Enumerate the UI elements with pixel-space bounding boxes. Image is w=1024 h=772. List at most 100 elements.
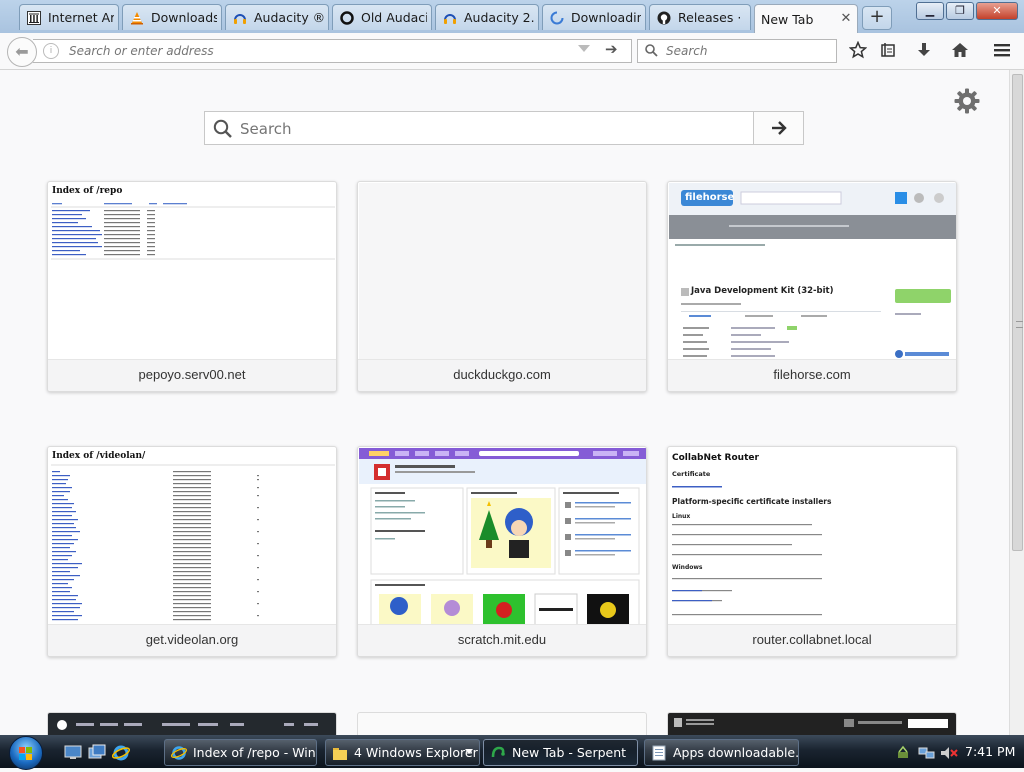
navigation-toolbar: i ➔ ⬅ xyxy=(0,33,1024,70)
gear-icon[interactable] xyxy=(953,87,981,115)
switch-windows-icon[interactable] xyxy=(88,744,106,760)
top-site-tile[interactable] xyxy=(357,712,647,735)
top-site-tile[interactable]: Index of /videolan/ get.videolan.org xyxy=(47,446,337,657)
taskbar-item-label: Apps downloadable... xyxy=(673,745,799,760)
close-tab-icon[interactable]: ✕ xyxy=(839,12,853,26)
taskbar-item-new-tab-serpent[interactable]: New Tab - Serpent xyxy=(483,739,638,766)
home-icon[interactable] xyxy=(948,38,972,62)
tab-audacity[interactable]: Audacity ® xyxy=(225,4,329,30)
safely-remove-hardware-icon[interactable] xyxy=(896,745,912,761)
top-site-tile[interactable]: CollabNet Router Certificate Platform-sp… xyxy=(667,446,957,657)
new-tab-button[interactable]: + xyxy=(862,6,892,30)
url-input[interactable] xyxy=(67,42,571,60)
tab-internet-archive[interactable]: Internet Arc xyxy=(19,4,119,30)
downloads-icon[interactable] xyxy=(912,38,936,62)
tile-thumbnail xyxy=(359,448,646,626)
tab-new-tab[interactable]: New Tab ✕ xyxy=(754,4,858,33)
show-desktop-icon[interactable] xyxy=(64,744,82,760)
tab-label: Audacity ® xyxy=(254,10,324,25)
network-icon[interactable] xyxy=(918,745,936,761)
go-arrow-icon[interactable]: ➔ xyxy=(605,40,618,58)
tab-label: Old Audacit xyxy=(361,10,427,25)
audacity-headphones-icon xyxy=(232,10,248,26)
close-window-button[interactable]: ✕ xyxy=(976,2,1018,20)
bookmarks-menu-icon[interactable] xyxy=(876,38,900,62)
newtab-search-box[interactable] xyxy=(204,111,754,145)
folder-icon xyxy=(332,745,348,761)
tile-caption: router.collabnet.local xyxy=(668,624,956,656)
search-input[interactable] xyxy=(664,42,833,60)
new-tab-page: Index of /repo xyxy=(0,70,1010,735)
tab-downloading[interactable]: Downloadin xyxy=(542,4,646,30)
tab-old-audacity[interactable]: Old Audacit xyxy=(332,4,432,30)
tile-caption: scratch.mit.edu xyxy=(358,624,646,656)
tile-caption: pepoyo.serv00.net xyxy=(48,359,336,391)
window-controls: ▁ ❐ ✕ xyxy=(914,2,1018,20)
back-button[interactable]: ⬅ xyxy=(7,37,37,67)
start-button[interactable] xyxy=(9,736,43,770)
scrollbar-thumb[interactable] xyxy=(1012,74,1023,551)
circle-logo-icon xyxy=(339,10,355,26)
loading-spinner-icon xyxy=(549,10,565,26)
back-arrow-icon: ⬅ xyxy=(15,42,29,61)
github-preview xyxy=(48,713,336,735)
taskbar-item-label: New Tab - Serpent xyxy=(512,745,627,760)
top-site-tile[interactable] xyxy=(47,712,337,735)
top-site-tile[interactable]: filehorse Java Development Kit (32-bit) … xyxy=(667,181,957,392)
top-site-tile[interactable] xyxy=(667,712,957,735)
tab-label: Internet Arc xyxy=(48,10,114,25)
index-listing-preview xyxy=(51,203,335,260)
taskbar: Index of /repo - Win... 4 Windows Explor… xyxy=(0,735,1024,770)
hamburger-menu-icon[interactable] xyxy=(990,38,1014,62)
minimize-button[interactable]: ▁ xyxy=(916,2,944,20)
tab-downloads[interactable]: Downloads xyxy=(122,4,222,30)
tile-caption: duckduckgo.com xyxy=(358,359,646,391)
serpent-icon xyxy=(490,745,506,761)
taskbar-item-label: 4 Windows Explorer xyxy=(354,745,478,760)
thumb-title: Java Development Kit (32-bit) xyxy=(691,286,834,296)
tab-label: New Tab xyxy=(761,11,814,27)
scratch-preview xyxy=(359,448,646,626)
info-icon[interactable]: i xyxy=(43,43,59,59)
filehorse-logo: filehorse xyxy=(685,192,735,203)
tile-thumbnail: Index of /repo xyxy=(49,183,336,361)
taskbar-item-index-repo[interactable]: Index of /repo - Win... xyxy=(164,739,317,766)
search-bar[interactable] xyxy=(637,39,837,63)
newtab-search-go-button[interactable] xyxy=(754,111,804,145)
tab-releases[interactable]: Releases · b xyxy=(649,4,751,30)
tile-thumbnail xyxy=(359,183,646,361)
top-site-tile[interactable]: Index of /repo pepoyo.serv00.net xyxy=(47,181,337,392)
maximize-button[interactable]: ❐ xyxy=(946,2,974,20)
filehorse-preview xyxy=(669,183,956,361)
top-site-tile[interactable]: scratch.mit.edu xyxy=(357,446,647,657)
tile-thumbnail: CollabNet Router Certificate Platform-sp… xyxy=(669,448,956,626)
collabnet-preview xyxy=(672,486,822,616)
arrow-right-icon xyxy=(771,121,787,135)
bookmark-star-icon[interactable] xyxy=(846,38,870,62)
taskbar-item-apps-downloadable[interactable]: Apps downloadable... xyxy=(644,739,799,766)
taskbar-item-windows-explorer[interactable]: 4 Windows Explorer xyxy=(325,739,480,766)
archive-preview xyxy=(668,713,956,735)
volume-muted-icon[interactable] xyxy=(940,745,958,761)
vlc-cone-icon xyxy=(129,10,145,26)
audacity-headphones-icon xyxy=(442,10,458,26)
page-scrollbar[interactable] xyxy=(1009,70,1024,735)
top-site-tile[interactable]: duckduckgo.com xyxy=(357,181,647,392)
tab-audacity-2x[interactable]: Audacity 2.x xyxy=(435,4,539,30)
search-icon xyxy=(645,44,658,57)
url-bar[interactable]: i ➔ xyxy=(33,39,632,63)
tab-label: Downloadin xyxy=(571,10,641,25)
ie-icon xyxy=(170,745,188,761)
newtab-search-input[interactable] xyxy=(238,118,742,140)
tab-strip: Internet Arc Downloads Audacity ® Old Au… xyxy=(0,0,1024,33)
tab-label: Downloads xyxy=(151,10,217,25)
tab-label: Audacity 2.x xyxy=(464,10,534,25)
windows-logo-icon xyxy=(19,747,32,760)
taskbar-clock[interactable]: 7:41 PM xyxy=(965,744,1015,759)
tile-thumbnail: filehorse Java Development Kit (32-bit) xyxy=(669,183,956,361)
chevron-down-icon[interactable] xyxy=(465,749,473,754)
library-icon xyxy=(26,10,42,26)
github-icon xyxy=(656,10,672,26)
url-dropdown-icon[interactable] xyxy=(578,45,590,52)
internet-explorer-icon[interactable] xyxy=(111,744,131,761)
